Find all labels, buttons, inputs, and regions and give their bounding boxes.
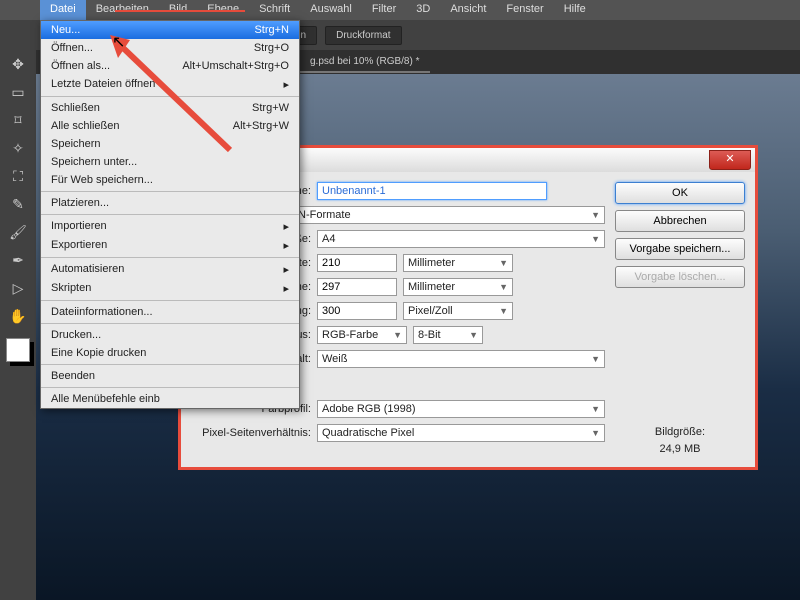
close-button[interactable]: ✕ [709,150,751,170]
width-unit-select[interactable]: Millimeter▼ [403,254,513,272]
preset-select[interactable]: DIN-Formate▼ [282,206,605,224]
menu-item[interactable]: Beenden [41,367,299,385]
ok-button[interactable]: OK [615,182,745,204]
profile-select[interactable]: Adobe RGB (1998)▼ [317,400,605,418]
hand-tool-icon[interactable]: ✋ [0,302,36,330]
chevron-down-icon: ▼ [591,404,600,414]
menu-ansicht[interactable]: Ansicht [440,0,496,20]
menu-item[interactable]: Platzieren... [41,194,299,212]
color-swatch[interactable] [6,338,30,362]
arrow-tool-icon[interactable]: ▷ [0,274,36,302]
menu-item[interactable]: Importieren [41,217,299,236]
pixelratio-select[interactable]: Quadratische Pixel▼ [317,424,605,442]
chevron-down-icon: ▼ [591,234,600,244]
menu-datei[interactable]: Datei [40,0,86,20]
chevron-down-icon: ▼ [499,306,508,316]
menu-filter[interactable]: Filter [362,0,406,20]
menu-item[interactable]: Drucken... [41,326,299,344]
resolution-input[interactable] [317,302,397,320]
menu-hilfe[interactable]: Hilfe [554,0,596,20]
tool-panel: ✥ ▭ ⌑ ✧ ⛶ ✎ 🖌 ✒ ▷ ✋ [0,50,36,600]
marquee-tool-icon[interactable]: ▭ [0,78,36,106]
resolution-unit-select[interactable]: Pixel/Zoll▼ [403,302,513,320]
chevron-down-icon: ▼ [499,282,508,292]
height-input[interactable] [317,278,397,296]
menu-item[interactable]: Exportieren [41,236,299,255]
move-tool-icon[interactable]: ✥ [0,50,36,78]
chevron-down-icon: ▼ [591,354,600,364]
pixelratio-label: Pixel-Seitenverhältnis: [191,427,311,439]
width-input[interactable] [317,254,397,272]
delete-preset-button: Vorgabe löschen... [615,266,745,288]
annotation-underline [115,10,245,12]
crop-tool-icon[interactable]: ⛶ [0,162,36,190]
colormode-select[interactable]: RGB-Farbe▼ [317,326,407,344]
chevron-down-icon: ▼ [591,428,600,438]
brush-tool-icon[interactable]: 🖌 [0,218,36,246]
menu-item[interactable]: Alle Menübefehle einb [41,390,299,408]
document-tab[interactable]: g.psd bei 10% (RGB/8) * [300,52,430,73]
background-select[interactable]: Weiß▼ [317,350,605,368]
image-size-info: Bildgröße: 24,9 MB [615,424,745,457]
name-input[interactable] [317,182,547,200]
menu-item[interactable]: Eine Kopie drucken [41,344,299,362]
menu-item[interactable]: Skripten [41,279,299,298]
cursor-icon: ↖ [112,32,125,52]
pen-tool-icon[interactable]: ✒ [0,246,36,274]
height-unit-select[interactable]: Millimeter▼ [403,278,513,296]
chevron-down-icon: ▼ [393,330,402,340]
wand-tool-icon[interactable]: ✧ [0,134,36,162]
menu-auswahl[interactable]: Auswahl [300,0,362,20]
bitdepth-select[interactable]: 8-Bit▼ [413,326,483,344]
save-preset-button[interactable]: Vorgabe speichern... [615,238,745,260]
lasso-tool-icon[interactable]: ⌑ [0,106,36,134]
size-select[interactable]: A4▼ [317,230,605,248]
chevron-down-icon: ▼ [499,258,508,268]
chevron-down-icon: ▼ [591,210,600,220]
chevron-down-icon: ▼ [469,330,478,340]
cancel-button[interactable]: Abbrechen [615,210,745,232]
menu-item[interactable]: Dateiinformationen... [41,303,299,321]
eyedropper-tool-icon[interactable]: ✎ [0,190,36,218]
menu-schrift[interactable]: Schrift [249,0,300,20]
menu-item[interactable]: Für Web speichern... [41,171,299,189]
menu-fenster[interactable]: Fenster [496,0,553,20]
menu-item[interactable]: Automatisieren [41,260,299,279]
menu-3d[interactable]: 3D [406,0,440,20]
option-pill[interactable]: Druckformat [325,26,401,45]
